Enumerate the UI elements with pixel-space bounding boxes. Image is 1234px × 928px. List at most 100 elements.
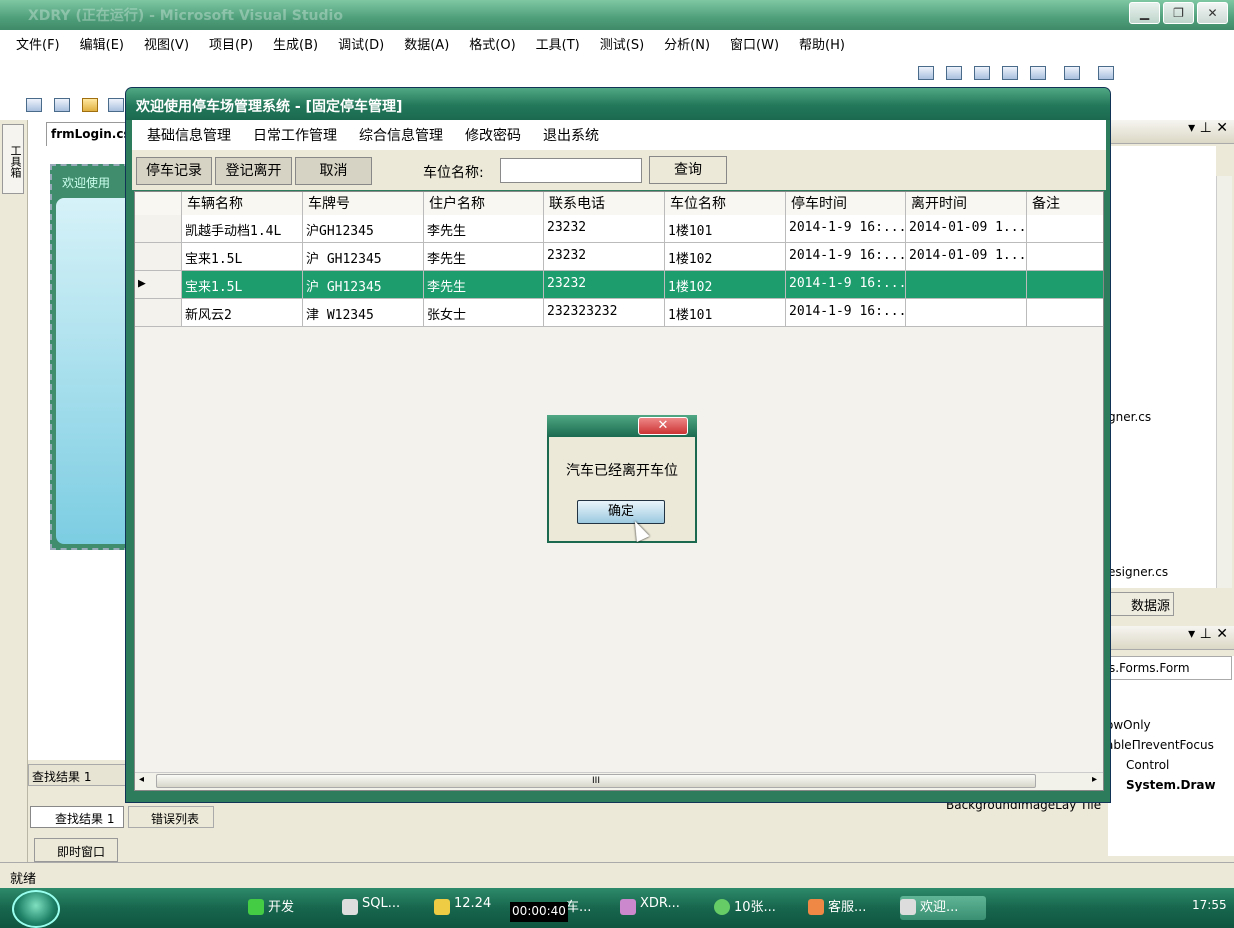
table-cell[interactable]: 李先生 bbox=[424, 271, 544, 299]
table-cell[interactable]: 沪GH12345 bbox=[303, 215, 424, 243]
taskbar-item-folder[interactable]: 12.24 bbox=[434, 896, 491, 920]
taskbar-item-xdr[interactable]: XDR... bbox=[620, 896, 680, 920]
edit-form-icon[interactable] bbox=[974, 66, 990, 80]
menu-edit[interactable]: 编辑(E) bbox=[70, 34, 134, 53]
register-leave-button[interactable]: 登记离开 bbox=[215, 157, 292, 185]
table-cell[interactable]: 凯越手动档1.4L bbox=[182, 215, 303, 243]
table-cell[interactable]: 新风云2 bbox=[182, 299, 303, 327]
menu-build[interactable]: 生成(B) bbox=[263, 34, 328, 53]
table-cell[interactable] bbox=[1027, 299, 1103, 327]
taskbar-item-car[interactable]: 车... bbox=[566, 896, 591, 920]
menu-data[interactable]: 数据(A) bbox=[394, 34, 459, 53]
arrow-icon[interactable] bbox=[918, 66, 934, 80]
park-record-button[interactable]: 停车记录 bbox=[136, 157, 212, 185]
menu-help[interactable]: 帮助(H) bbox=[789, 34, 855, 53]
table-cell[interactable]: 1楼102 bbox=[665, 271, 786, 299]
space-name-input[interactable] bbox=[500, 158, 642, 183]
table-cell[interactable]: 1楼101 bbox=[665, 299, 786, 327]
table-row[interactable]: ▶ 宝来1.5L 沪 GH12345 李先生 23232 1楼102 2014-1-9 16… bbox=[135, 271, 1103, 299]
table-cell[interactable]: 宝来1.5L bbox=[182, 271, 303, 299]
taskbar-item-browser[interactable]: 10张... bbox=[714, 896, 776, 920]
table-cell[interactable]: 津 W12345 bbox=[303, 299, 424, 327]
table-cell[interactable]: 2014-1-9 16:... bbox=[786, 243, 906, 271]
app-menu-summary-info[interactable]: 综合信息管理 bbox=[348, 125, 454, 145]
close-icon[interactable]: ✕ bbox=[1216, 626, 1228, 642]
tab-find-results[interactable]: 查找结果 1 bbox=[30, 806, 124, 828]
table-cell[interactable]: 李先生 bbox=[424, 243, 544, 271]
table-cell[interactable]: 2014-01-09 1... bbox=[906, 215, 1027, 243]
window-icon[interactable] bbox=[1098, 66, 1114, 80]
table-cell[interactable]: 232323232 bbox=[544, 299, 665, 327]
dialog-close-button[interactable]: ✕ bbox=[638, 417, 688, 435]
taskbar-item-sql[interactable]: SQL... bbox=[342, 896, 400, 920]
table-cell[interactable]: 2014-1-9 16:... bbox=[786, 271, 906, 299]
table-cell[interactable] bbox=[1027, 215, 1103, 243]
cancel-button[interactable]: 取消 bbox=[295, 157, 372, 185]
row-header[interactable] bbox=[135, 243, 182, 271]
restore-button[interactable]: ❐ bbox=[1163, 2, 1194, 24]
column-header[interactable]: 车位名称 bbox=[665, 192, 786, 215]
table-cell[interactable]: 1楼102 bbox=[665, 243, 786, 271]
tab-error-list[interactable]: 错误列表 bbox=[128, 806, 214, 828]
menu-project[interactable]: 项目(P) bbox=[199, 34, 263, 53]
open-folder-icon[interactable] bbox=[82, 98, 98, 112]
table-row[interactable]: 新风云2 津 W12345 张女士 232323232 1楼101 2014-1-9 16… bbox=[135, 299, 1103, 327]
table-cell[interactable]: 2014-1-9 16:... bbox=[786, 215, 906, 243]
properties-object-select[interactable]: s.Forms.Form bbox=[1108, 656, 1232, 680]
menu-window[interactable]: 窗口(W) bbox=[720, 34, 789, 53]
grid-icon[interactable] bbox=[1002, 66, 1018, 80]
tab-immediate-window[interactable]: 即时窗口 bbox=[34, 838, 118, 862]
pin-icon[interactable]: ⊥ bbox=[1200, 626, 1212, 642]
copy-icon[interactable] bbox=[1030, 66, 1046, 80]
solution-explorer-scrollbar[interactable] bbox=[1216, 176, 1232, 588]
table-cell[interactable] bbox=[906, 271, 1027, 299]
save-icon[interactable] bbox=[108, 98, 124, 112]
app-menu-change-password[interactable]: 修改密码 bbox=[454, 125, 532, 145]
column-header[interactable]: 备注 bbox=[1027, 192, 1103, 215]
add-item-icon[interactable] bbox=[54, 98, 70, 112]
menu-analyze[interactable]: 分析(N) bbox=[654, 34, 720, 53]
menu-format[interactable]: 格式(O) bbox=[459, 34, 525, 53]
pin-icon[interactable]: ⊥ bbox=[1200, 120, 1212, 136]
table-cell[interactable] bbox=[1027, 271, 1103, 299]
dropdown-icon[interactable]: ▾ bbox=[1188, 626, 1195, 642]
menu-view[interactable]: 视图(V) bbox=[134, 34, 199, 53]
column-header[interactable]: 停车时间 bbox=[786, 192, 906, 215]
connect-icon[interactable] bbox=[1064, 66, 1080, 80]
table-cell[interactable]: 沪 GH12345 bbox=[303, 243, 424, 271]
dropdown-icon[interactable]: ▾ bbox=[1188, 120, 1195, 136]
tab-data-sources[interactable]: 数据源 bbox=[1110, 592, 1174, 616]
column-header[interactable]: 车牌号 bbox=[303, 192, 424, 215]
dialog-ok-button[interactable]: 确定 bbox=[577, 500, 665, 524]
column-header[interactable]: 离开时间 bbox=[906, 192, 1027, 215]
menu-file[interactable]: 文件(F) bbox=[6, 34, 70, 53]
close-icon[interactable]: ✕ bbox=[1216, 120, 1228, 136]
app-menu-daily-work[interactable]: 日常工作管理 bbox=[242, 125, 348, 145]
row-header[interactable] bbox=[135, 299, 182, 327]
table-cell[interactable]: 宝来1.5L bbox=[182, 243, 303, 271]
close-button[interactable]: ✕ bbox=[1197, 2, 1228, 24]
doc-tab-frmlogin[interactable]: frmLogin.cs bbox=[46, 122, 131, 146]
table-cell[interactable]: 23232 bbox=[544, 271, 665, 299]
table-row[interactable]: 宝来1.5L 沪 GH12345 李先生 23232 1楼102 2014-1-9 16:… bbox=[135, 243, 1103, 271]
menu-debug[interactable]: 调试(D) bbox=[328, 34, 394, 53]
query-button[interactable]: 查询 bbox=[649, 156, 727, 184]
row-header[interactable] bbox=[135, 215, 182, 243]
minimize-button[interactable]: ▁ bbox=[1129, 2, 1160, 24]
menu-tools[interactable]: 工具(T) bbox=[526, 34, 590, 53]
app-menu-basic-info[interactable]: 基础信息管理 bbox=[136, 125, 242, 145]
table-cell[interactable] bbox=[906, 299, 1027, 327]
column-header[interactable]: 联系电话 bbox=[544, 192, 665, 215]
table-cell[interactable]: 沪 GH12345 bbox=[303, 271, 424, 299]
column-header[interactable]: 车辆名称 bbox=[182, 192, 303, 215]
table-cell[interactable]: 23232 bbox=[544, 215, 665, 243]
table-cell[interactable]: 李先生 bbox=[424, 215, 544, 243]
scroll-left-icon[interactable]: ◂ bbox=[139, 774, 144, 785]
column-header[interactable]: 住户名称 bbox=[424, 192, 544, 215]
menu-test[interactable]: 测试(S) bbox=[590, 34, 654, 53]
solution-file-designer[interactable]: gner.cs bbox=[1108, 410, 1151, 424]
app-menu-exit[interactable]: 退出系统 bbox=[532, 125, 610, 145]
toolbox-tab[interactable]: 工具箱 bbox=[2, 124, 24, 194]
solution-file-designer-2[interactable]: esigner.cs bbox=[1108, 565, 1168, 579]
taskbar-item-service[interactable]: 客服... bbox=[808, 896, 866, 920]
